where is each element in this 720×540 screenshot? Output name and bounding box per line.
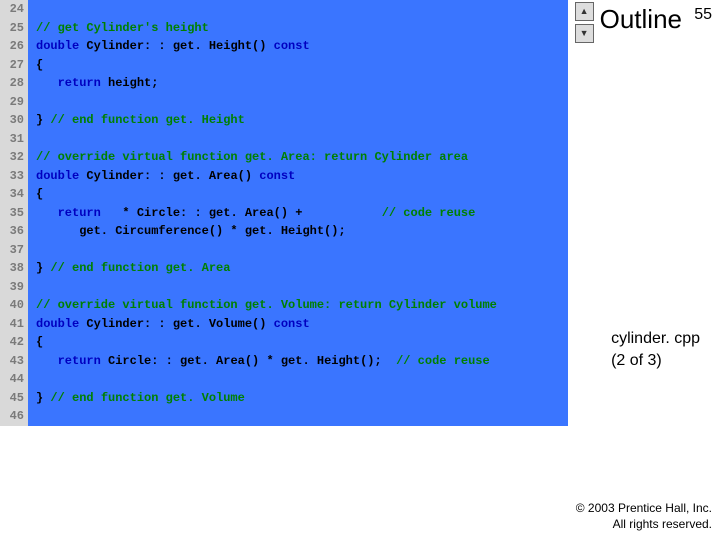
code-token: double: [36, 39, 79, 53]
line-number: 31: [0, 130, 28, 149]
arrow-up-icon[interactable]: ▲: [575, 2, 594, 21]
line-number: 41: [0, 315, 28, 334]
code-token: Cylinder: : get. Volume(): [79, 317, 273, 331]
code-line: 30} // end function get. Height: [0, 111, 568, 130]
code-line: 45} // end function get. Volume: [0, 389, 568, 408]
code-line: 39: [0, 278, 568, 297]
code-line: 24: [0, 0, 568, 19]
line-number: 38: [0, 259, 28, 278]
code-token: [36, 354, 58, 368]
code-token: // override virtual function get. Area: …: [36, 150, 468, 164]
line-number: 46: [0, 407, 28, 426]
code-token: get. Circumference() * get. Height();: [36, 224, 346, 238]
outline-header: ▲ ▼ Outline: [575, 0, 682, 46]
line-number: 32: [0, 148, 28, 167]
line-number: 40: [0, 296, 28, 315]
file-label: cylinder. cpp (2 of 3): [611, 328, 700, 371]
arrow-down-icon[interactable]: ▼: [575, 24, 594, 43]
code-line: 25 // get Cylinder's height: [0, 19, 568, 38]
file-name: cylinder. cpp: [611, 328, 700, 350]
code-line: 36 get. Circumference() * get. Height();: [0, 222, 568, 241]
line-number: 36: [0, 222, 28, 241]
code-token: return: [58, 76, 101, 90]
line-number: 24: [0, 0, 28, 19]
line-number: 26: [0, 37, 28, 56]
code-token: {: [36, 335, 43, 349]
line-number: 42: [0, 333, 28, 352]
line-number: 45: [0, 389, 28, 408]
line-number: 27: [0, 56, 28, 75]
code-listing: 2425 // get Cylinder's height 26 double Cyl…: [0, 0, 568, 426]
code-token: double: [36, 317, 79, 331]
code-line: 26 double Cylinder: : get. Height() const: [0, 37, 568, 56]
code-token: double: [36, 169, 79, 183]
line-number: 37: [0, 241, 28, 260]
code-token: Circle: : get. Area() * get. Height();: [101, 354, 396, 368]
copyright-line2: All rights reserved.: [576, 516, 712, 532]
nav-arrows: ▲ ▼: [575, 2, 594, 46]
outline-title: Outline: [600, 4, 682, 35]
code-token: // end function get. Area: [50, 261, 230, 275]
code-line: 37: [0, 241, 568, 260]
code-token: // code reuse: [382, 206, 476, 220]
code-token: Cylinder: : get. Height(): [79, 39, 273, 53]
code-line: 43 return Circle: : get. Area() * get. H…: [0, 352, 568, 371]
line-number: 35: [0, 204, 28, 223]
code-token: // get Cylinder's height: [36, 21, 209, 35]
code-line: 27 {: [0, 56, 568, 75]
code-token: * Circle: : get. Area() +: [101, 206, 382, 220]
code-line: 32 // override virtual function get. Area…: [0, 148, 568, 167]
code-line: 46: [0, 407, 568, 426]
code-token: // code reuse: [396, 354, 490, 368]
code-line: 33 double Cylinder: : get. Area() const: [0, 167, 568, 186]
code-line: 38} // end function get. Area: [0, 259, 568, 278]
line-number: 43: [0, 352, 28, 371]
code-token: }: [36, 391, 50, 405]
code-line: 29: [0, 93, 568, 112]
copyright: © 2003 Prentice Hall, Inc. All rights re…: [576, 500, 712, 532]
code-token: return: [58, 354, 101, 368]
copyright-line1: © 2003 Prentice Hall, Inc.: [576, 500, 712, 516]
code-line: 28 return height;: [0, 74, 568, 93]
code-line: 34 {: [0, 185, 568, 204]
code-line: 40 // override virtual function get. Volu…: [0, 296, 568, 315]
code-token: // end function get. Height: [50, 113, 244, 127]
line-number: 34: [0, 185, 28, 204]
code-line: 42 {: [0, 333, 568, 352]
line-number: 25: [0, 19, 28, 38]
code-token: [36, 76, 58, 90]
code-token: }: [36, 113, 50, 127]
code-token: const: [259, 169, 295, 183]
code-token: Cylinder: : get. Area(): [79, 169, 259, 183]
code-token: {: [36, 187, 43, 201]
line-number: 29: [0, 93, 28, 112]
code-line: 35 return * Circle: : get. Area() + // c…: [0, 204, 568, 223]
code-line: 44: [0, 370, 568, 389]
code-token: [36, 206, 58, 220]
slide-number: 55: [694, 6, 712, 24]
code-token: height;: [101, 76, 159, 90]
line-number: 44: [0, 370, 28, 389]
code-line: 31: [0, 130, 568, 149]
line-number: 33: [0, 167, 28, 186]
code-token: // override virtual function get. Volume…: [36, 298, 497, 312]
code-token: return: [58, 206, 101, 220]
code-line: 41 double Cylinder: : get. Volume() const: [0, 315, 568, 334]
file-part: (2 of 3): [611, 350, 700, 372]
line-number: 30: [0, 111, 28, 130]
code-token: const: [274, 39, 310, 53]
code-token: }: [36, 261, 50, 275]
code-token: {: [36, 58, 43, 72]
code-token: // end function get. Volume: [50, 391, 244, 405]
line-number: 39: [0, 278, 28, 297]
line-number: 28: [0, 74, 28, 93]
code-token: const: [274, 317, 310, 331]
